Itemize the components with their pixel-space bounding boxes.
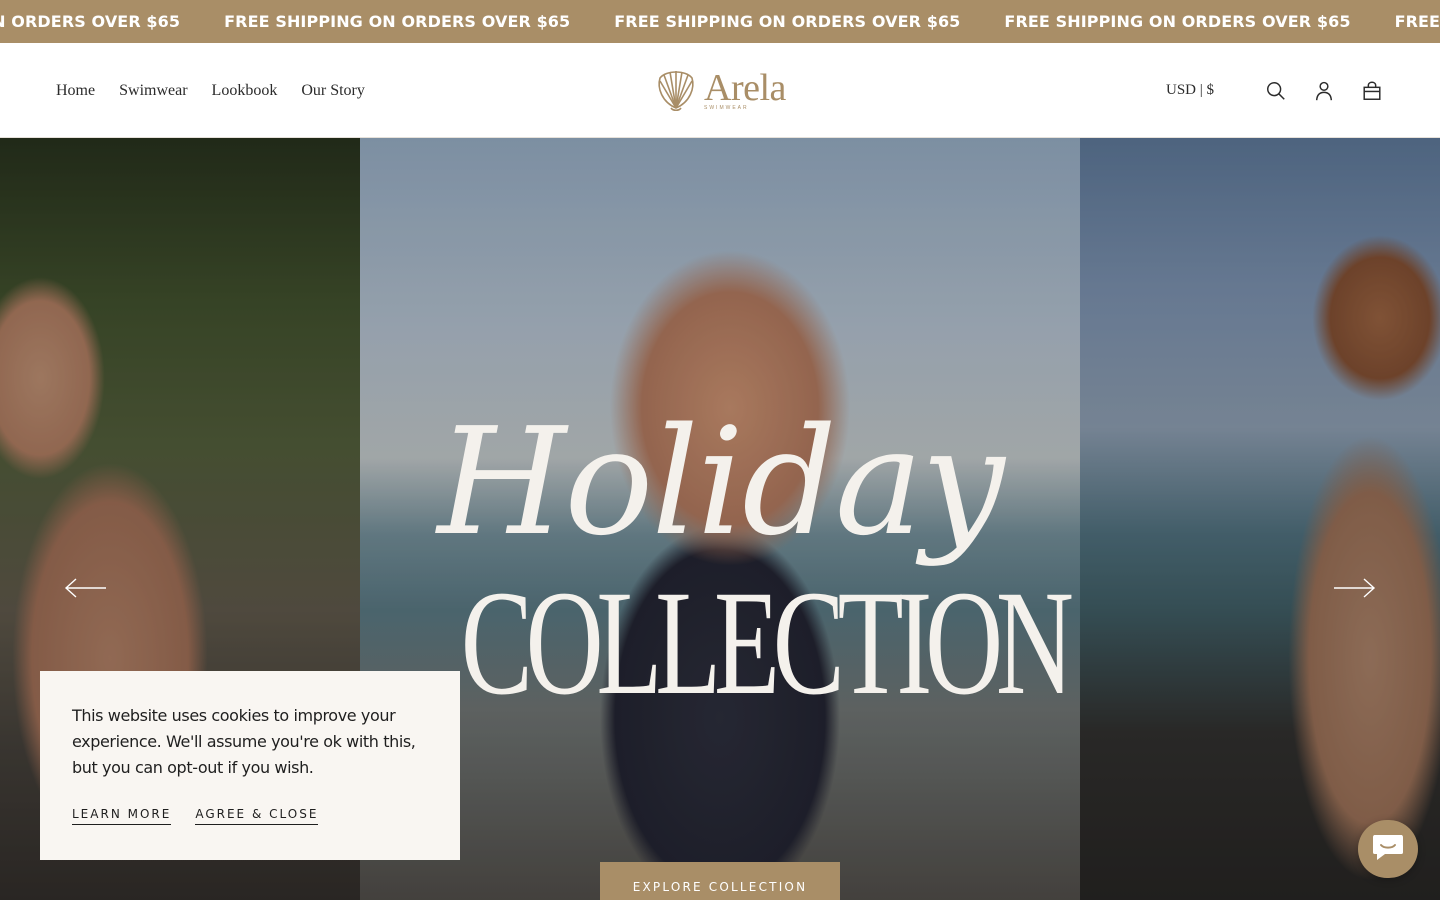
announcement-text: FREE SHIPPING ON ORDERS OVER $65 xyxy=(0,12,181,31)
logo-wordmark: Arela xyxy=(704,67,786,109)
announcement-text: FREE SHIPPING ON ORDERS OVER $65 xyxy=(1394,12,1440,31)
announcement-text: FREE SHIPPING ON ORDERS OVER $65 xyxy=(614,12,961,31)
chat-button[interactable] xyxy=(1358,820,1418,878)
cookie-message: This website uses cookies to improve you… xyxy=(72,706,416,777)
learn-more-link[interactable]: LEARN MORE xyxy=(72,807,172,825)
announcement-text: FREE SHIPPING ON ORDERS OVER $65 xyxy=(224,12,571,31)
hero-heading: Holiday COLLECTION xyxy=(360,408,1080,768)
announcement-bar: FREE SHIPPING ON ORDERS OVER $65 FREE SH… xyxy=(0,0,1440,43)
logo-subtitle: SWIMWEAR xyxy=(704,105,749,111)
hero-caps-title: COLLECTION xyxy=(460,560,1074,726)
announcement-track: FREE SHIPPING ON ORDERS OVER $65 FREE SH… xyxy=(0,0,1440,43)
hero-image-right xyxy=(1080,138,1440,900)
account-icon[interactable] xyxy=(1312,79,1336,103)
chat-icon xyxy=(1371,832,1405,867)
site-header: Home Swimwear Lookbook Our Story Arela S… xyxy=(0,43,1440,138)
explore-collection-button[interactable]: EXPLORE COLLECTION xyxy=(600,862,840,900)
nav-link-our-story[interactable]: Our Story xyxy=(301,82,365,100)
search-icon[interactable] xyxy=(1264,79,1288,103)
header-actions: USD | $ xyxy=(1166,43,1384,138)
previous-arrow-icon[interactable] xyxy=(64,573,108,603)
shell-logo-icon xyxy=(654,66,698,117)
currency-selector[interactable]: USD | $ xyxy=(1166,82,1214,99)
next-arrow-icon[interactable] xyxy=(1332,573,1376,603)
announcement-text: FREE SHIPPING ON ORDERS OVER $65 xyxy=(1004,12,1351,31)
nav-link-home[interactable]: Home xyxy=(56,82,95,100)
cookie-banner: This website uses cookies to improve you… xyxy=(40,671,460,860)
site-logo[interactable]: Arela SWIMWEAR xyxy=(654,65,788,117)
agree-close-button[interactable]: AGREE & CLOSE xyxy=(195,807,319,825)
main-nav: Home Swimwear Lookbook Our Story xyxy=(56,43,389,138)
cookie-actions: LEARN MORE AGREE & CLOSE xyxy=(72,807,428,825)
hero-script-title: Holiday xyxy=(437,396,1004,568)
nav-link-lookbook[interactable]: Lookbook xyxy=(212,82,278,100)
cart-icon[interactable] xyxy=(1360,79,1384,103)
image-overlay xyxy=(1080,138,1440,900)
nav-link-swimwear[interactable]: Swimwear xyxy=(119,82,187,100)
